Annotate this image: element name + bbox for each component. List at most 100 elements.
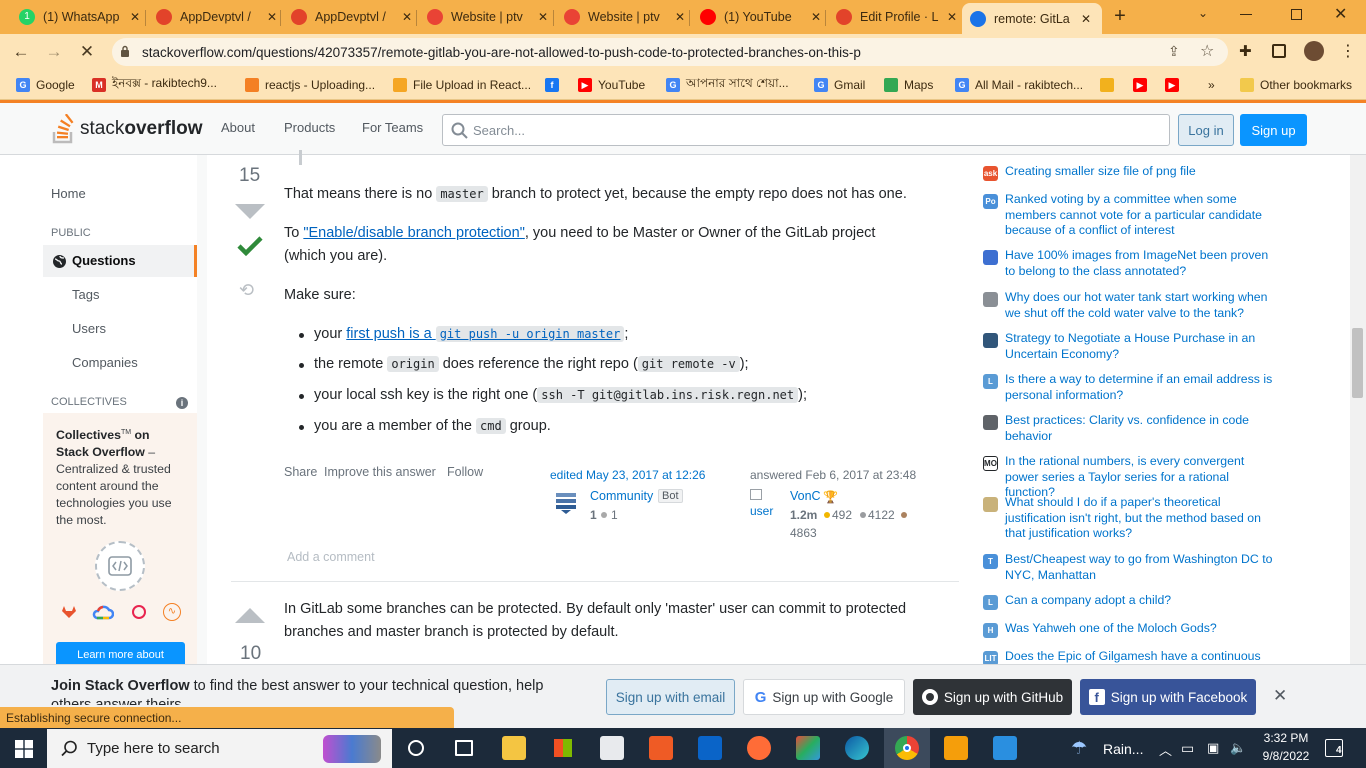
tab-close-icon[interactable]: ✕ (264, 10, 280, 24)
hot-question-link[interactable]: Best practices: Clarity vs. confidence i… (1005, 413, 1280, 444)
bookmark-item[interactable]: ▶ YouTube (578, 75, 645, 95)
bookmark-item[interactable]: ▶ (1165, 75, 1185, 95)
search-input[interactable]: Search... (442, 114, 1170, 146)
improve-answer-link[interactable]: Improve this answer (324, 465, 436, 479)
login-button[interactable]: Log in (1178, 114, 1234, 146)
extensions-icon[interactable]: ✚ (1239, 42, 1252, 60)
tab-close-icon[interactable]: ✕ (127, 10, 143, 24)
forward-arrow-icon[interactable]: → (43, 41, 65, 63)
tab-1[interactable]: 1 (1) WhatsApp ✕ (11, 3, 151, 31)
address-bar[interactable]: stackoverflow.com/questions/42073357/rem… (112, 38, 1228, 66)
tab-close-icon[interactable]: ✕ (1078, 12, 1094, 26)
clock-date[interactable]: 9/8/2022 (1259, 749, 1313, 763)
more-bookmarks-icon[interactable]: » (1208, 75, 1215, 95)
tab-4[interactable]: Website | ptv ✕ (419, 3, 559, 31)
tab-search-icon[interactable]: ⌄ (1198, 6, 1214, 22)
hot-question-link[interactable]: Have 100% images from ImageNet been prov… (1005, 248, 1280, 279)
profile-avatar[interactable] (1304, 41, 1324, 61)
follow-link[interactable]: Follow (447, 465, 483, 479)
signup-button[interactable]: Sign up (1240, 114, 1307, 146)
history-icon[interactable]: ⟲ (239, 280, 254, 301)
network-icon[interactable]: ▣ (1207, 740, 1219, 756)
bookmark-item[interactable]: G Gmail (814, 75, 865, 95)
cortana-icon[interactable] (408, 740, 424, 756)
bookmark-item[interactable]: G Google (16, 75, 75, 95)
sidebar-item-users[interactable]: Users (72, 321, 106, 336)
scrollbar-thumb[interactable] (1352, 328, 1363, 398)
stackoverflow-logo[interactable]: stack overflow (52, 113, 202, 145)
edge-icon[interactable] (845, 736, 869, 760)
tab-3[interactable]: AppDevptvl / ✕ (283, 3, 423, 31)
battery-icon[interactable]: ▭ (1181, 740, 1194, 757)
taskbar-search-input[interactable]: Type here to search (47, 729, 392, 768)
bookmark-item[interactable] (1100, 75, 1120, 95)
remote-desktop-icon[interactable] (993, 736, 1017, 760)
editor-name[interactable]: Community (590, 489, 653, 503)
downvote-button[interactable] (235, 204, 265, 219)
tab-2[interactable]: AppDevptvl / ✕ (148, 3, 288, 31)
close-window-button[interactable]: ✕ (1334, 4, 1347, 24)
sublime-icon[interactable] (944, 736, 968, 760)
tab-close-icon[interactable]: ✕ (535, 10, 551, 24)
hot-question-link[interactable]: Was Yahweh one of the Moloch Gods? (1005, 621, 1280, 637)
author-name[interactable]: VonC (790, 489, 821, 503)
nav-products[interactable]: Products (284, 120, 335, 135)
menu-icon[interactable]: ⋮ (1340, 41, 1356, 61)
postman-icon[interactable] (649, 736, 673, 760)
hot-question-link[interactable]: Ranked voting by a committee when some m… (1005, 192, 1280, 239)
tab-6[interactable]: (1) YouTube ✕ (692, 3, 832, 31)
first-push-link[interactable]: first push is a git push -u origin maste… (346, 326, 625, 342)
hot-question-link[interactable]: Is there a way to determine if an email … (1005, 372, 1280, 403)
bookmark-item[interactable]: f (545, 75, 565, 95)
tab-close-icon[interactable]: ✕ (808, 10, 824, 24)
bookmark-star-icon[interactable]: ☆ (1200, 41, 1214, 61)
other-bookmarks[interactable]: Other bookmarks (1240, 75, 1352, 95)
sidebar-item-questions[interactable]: Questions (43, 245, 197, 277)
task-view-icon[interactable] (455, 740, 473, 756)
store-icon[interactable] (551, 736, 575, 760)
page-scrollbar[interactable] (1350, 155, 1366, 665)
hot-question-link[interactable]: In the rational numbers, is every conver… (1005, 454, 1280, 501)
upvote-button[interactable] (235, 608, 265, 623)
clock-time[interactable]: 3:32 PM (1259, 731, 1313, 745)
tab-5[interactable]: Website | ptv ✕ (556, 3, 696, 31)
signup-google-button[interactable]: G Sign up with Google (743, 679, 905, 715)
bookmark-item[interactable]: M ইনবক্স - rakibtech9... (92, 75, 217, 95)
volume-icon[interactable]: 🔈 (1230, 740, 1246, 756)
windows-start-icon[interactable] (15, 740, 33, 758)
app-orange-icon[interactable] (747, 736, 771, 760)
file-explorer-icon[interactable] (502, 736, 526, 760)
maximize-button[interactable] (1291, 9, 1302, 20)
tab-close-icon[interactable]: ✕ (944, 10, 960, 24)
minimize-button[interactable] (1240, 14, 1252, 15)
mail-icon[interactable] (600, 736, 624, 760)
side-panel-icon[interactable] (1272, 44, 1286, 58)
bookmark-item[interactable]: reactjs - Uploading... (245, 75, 375, 95)
hot-question-link[interactable]: Why does our hot water tank start workin… (1005, 290, 1280, 321)
outlook-icon[interactable] (698, 736, 722, 760)
sidebar-item-tags[interactable]: Tags (72, 287, 99, 302)
share-link[interactable]: Share (284, 465, 317, 479)
hot-question-link[interactable]: What should I do if a paper's theoretica… (1005, 495, 1280, 542)
branch-protection-link[interactable]: "Enable/disable branch protection" (303, 225, 525, 241)
add-comment-link[interactable]: Add a comment (287, 550, 375, 564)
signup-email-button[interactable]: Sign up with email (606, 679, 735, 715)
tab-close-icon[interactable]: ✕ (399, 10, 415, 24)
bookmark-item[interactable]: G All Mail - rakibtech... (955, 75, 1083, 95)
weather-text[interactable]: Rain... (1103, 741, 1143, 757)
stop-loading-icon[interactable]: ✕ (76, 41, 98, 63)
back-arrow-icon[interactable]: ← (10, 41, 32, 63)
hot-question-link[interactable]: Creating smaller size file of png file (1005, 164, 1280, 180)
edited-timestamp[interactable]: edited May 23, 2017 at 12:26 (550, 468, 705, 482)
hot-question-link[interactable]: Strategy to Negotiate a House Purchase i… (1005, 331, 1280, 362)
signup-facebook-button[interactable]: f Sign up with Facebook (1080, 679, 1256, 715)
nav-for-teams[interactable]: For Teams (362, 120, 423, 135)
nav-about[interactable]: About (221, 120, 255, 135)
new-tab-button[interactable]: + (1110, 5, 1130, 27)
hot-question-link[interactable]: Best/Cheapest way to go from Washington … (1005, 552, 1280, 583)
close-banner-icon[interactable]: ✕ (1273, 686, 1287, 706)
user-avatar[interactable]: user (750, 489, 780, 521)
bookmark-item[interactable]: ▶ (1133, 75, 1153, 95)
sidebar-item-home[interactable]: Home (51, 186, 86, 201)
hot-question-link[interactable]: Can a company adopt a child? (1005, 593, 1280, 609)
